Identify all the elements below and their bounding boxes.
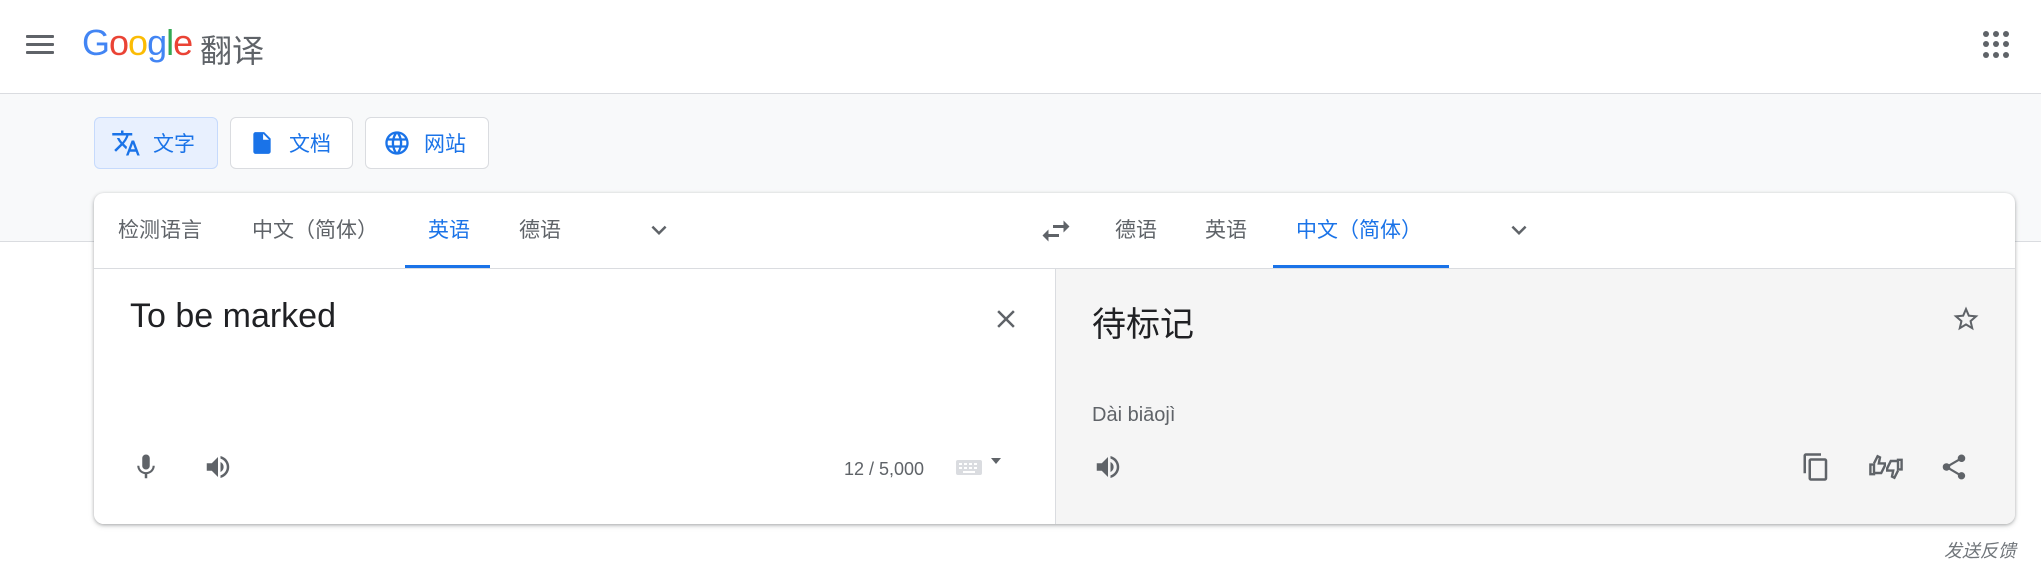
globe-icon: [382, 128, 412, 158]
copy-translation-icon[interactable]: [1796, 447, 1836, 487]
google-apps-icon[interactable]: [1983, 31, 2010, 58]
keyboard-icon[interactable]: [952, 447, 986, 487]
mode-text-label: 文字: [153, 132, 195, 156]
document-icon: [247, 128, 277, 158]
translated-text: 待标记: [1092, 305, 1194, 345]
target-lang-english[interactable]: 英语: [1205, 193, 1247, 268]
google-logo[interactable]: Google: [82, 22, 193, 64]
translate-icon: [111, 128, 141, 158]
source-lang-english[interactable]: 英语: [428, 193, 470, 268]
mode-website-button[interactable]: 网站: [365, 117, 489, 169]
source-more-languages-chevron-down-icon[interactable]: [644, 215, 674, 245]
source-lang-chinese[interactable]: 中文（简体）: [252, 193, 378, 268]
clear-source-close-icon[interactable]: [986, 299, 1026, 339]
target-lang-german[interactable]: 德语: [1115, 193, 1157, 268]
mode-text-button[interactable]: 文字: [94, 117, 218, 169]
source-lang-detect[interactable]: 检测语言: [118, 193, 202, 268]
main-menu-button[interactable]: [24, 30, 56, 58]
mode-website-label: 网站: [424, 132, 466, 156]
send-feedback-link[interactable]: 发送反馈: [1944, 537, 2016, 563]
target-active-indicator: [1273, 265, 1449, 268]
character-count: 12 / 5,000: [844, 459, 925, 479]
input-tools-caret-down-icon[interactable]: [984, 441, 1008, 481]
source-pane: To be marked 12 / 5,000: [94, 269, 1054, 524]
source-listen-speaker-icon[interactable]: [198, 447, 238, 487]
mode-document-label: 文档: [289, 132, 331, 156]
swap-languages-icon[interactable]: [1038, 213, 1074, 249]
app-name: 翻译: [200, 32, 265, 70]
language-bar: 检测语言 中文（简体） 英语 德语 德语 英语 中文（简体）: [94, 193, 2015, 269]
target-pane: 待标记 Dài biāojì: [1055, 269, 2015, 524]
source-lang-german[interactable]: 德语: [519, 193, 561, 268]
transliteration-text: Dài biāojì: [1092, 404, 1176, 426]
target-listen-speaker-icon[interactable]: [1088, 447, 1128, 487]
microphone-icon[interactable]: [126, 447, 166, 487]
save-translation-star-icon[interactable]: [1946, 299, 1986, 339]
share-translation-icon[interactable]: [1934, 447, 1974, 487]
app-header: Google 翻译: [0, 0, 2041, 94]
source-text-input[interactable]: To be marked: [130, 297, 336, 336]
target-lang-chinese[interactable]: 中文（简体）: [1296, 193, 1422, 268]
mode-document-button[interactable]: 文档: [230, 117, 353, 169]
source-active-indicator: [405, 265, 490, 268]
translation-card: 检测语言 中文（简体） 英语 德语 德语 英语 中文（简体） To be mar…: [94, 193, 2015, 524]
rate-translation-thumbs-icon[interactable]: [1866, 447, 1906, 487]
target-more-languages-chevron-down-icon[interactable]: [1504, 215, 1534, 245]
